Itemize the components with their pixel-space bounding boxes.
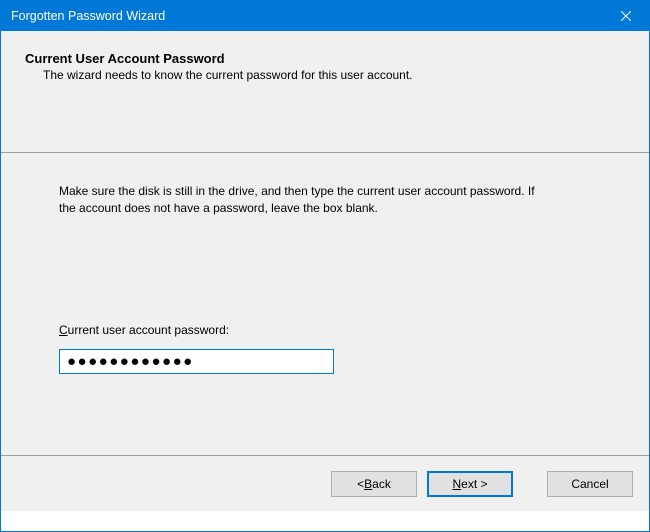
close-button[interactable]: [603, 1, 649, 31]
close-icon: [621, 11, 631, 21]
page-subtitle: The wizard needs to know the current pas…: [25, 68, 629, 82]
instruction-text: Make sure the disk is still in the drive…: [59, 183, 549, 218]
button-bar: < Back Next > Cancel: [1, 455, 649, 511]
wizard-content: Make sure the disk is still in the drive…: [1, 153, 649, 455]
back-button[interactable]: < Back: [331, 471, 417, 497]
password-label: Current user account password:: [59, 323, 591, 337]
cancel-button[interactable]: Cancel: [547, 471, 633, 497]
wizard-header: Current User Account Password The wizard…: [1, 31, 649, 153]
next-button[interactable]: Next >: [427, 471, 513, 497]
page-title: Current User Account Password: [25, 51, 629, 66]
titlebar: Forgotten Password Wizard: [1, 1, 649, 31]
window-title: Forgotten Password Wizard: [11, 9, 165, 23]
password-input[interactable]: ●●●●●●●●●●●●: [59, 349, 334, 374]
